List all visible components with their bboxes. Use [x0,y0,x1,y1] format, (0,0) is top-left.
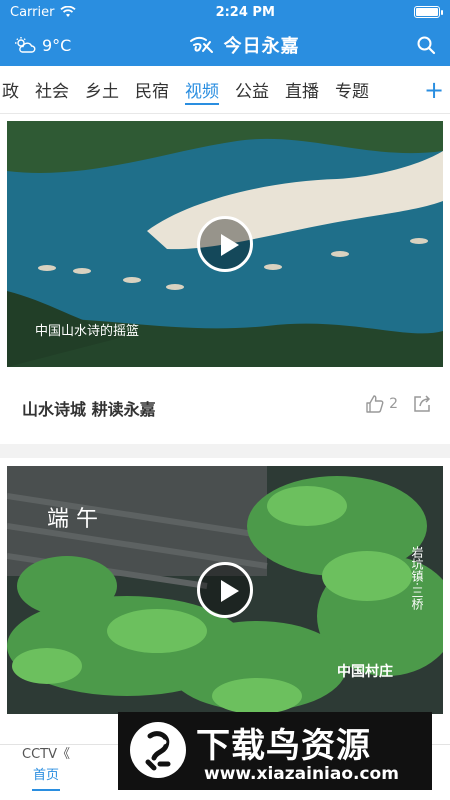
search-icon[interactable] [416,35,436,55]
temperature: 9°C [42,35,72,55]
app-title: 今日永嘉 [188,32,300,58]
nav-home[interactable]: 首页 [24,745,68,800]
tab-countryside[interactable]: 乡土 [77,66,127,113]
thumbs-up-icon [366,395,384,413]
thumbnail-brand: 中国村庄 [337,663,393,680]
carrier-label: Carrier [10,4,55,20]
video-thumbnail[interactable]: 端 午 岩坑镇·三桥 中国村庄 [7,466,443,714]
video-card[interactable]: 中国山水诗的摇篮 山水诗城 耕读永嘉 2 [0,114,450,444]
like-button[interactable]: 2 [365,394,398,414]
status-bar: Carrier 2:24 PM [0,0,450,24]
tab-politics[interactable]: 政 [0,66,27,113]
tab-society[interactable]: 社会 [27,66,77,113]
watermark-text: 下载鸟资源 [196,726,371,766]
tab-video[interactable]: 视频 [177,66,227,113]
tab-charity[interactable]: 公益 [227,66,277,113]
thumbnail-caption: 端 午 [47,507,98,532]
weather-cloud-icon [15,37,36,53]
thumbnail-caption: 中国山水诗的摇篮 [35,323,139,339]
share-icon[interactable] [412,394,432,414]
category-tabs: 政 社会 乡土 民宿 视频 公益 直播 专题 + [0,66,450,114]
tab-homestay[interactable]: 民宿 [127,66,177,113]
weather-widget[interactable]: 9°C [14,36,71,55]
watermark-banner: 下载鸟资源 www.xiazainiao.com [118,712,432,790]
play-button[interactable] [197,216,253,272]
tab-topics[interactable]: 专题 [327,66,377,113]
like-count: 2 [389,396,398,412]
watermark-url: www.xiazainiao.com [204,764,399,784]
app-logo-icon [189,36,213,53]
thumbnail-location: 岩坑镇·三桥 [410,545,424,611]
app-header: Carrier 2:24 PM 9°C 今日永嘉 [0,0,450,66]
watermark-logo-icon [130,722,186,778]
wifi-icon [60,6,77,17]
battery-icon [413,6,443,18]
video-title[interactable]: 山水诗城 耕读永嘉 [22,396,156,420]
clock: 2:24 PM [215,4,275,20]
tab-live[interactable]: 直播 [277,66,327,113]
video-thumbnail[interactable]: 中国山水诗的摇篮 [7,121,443,367]
add-channel-button[interactable]: + [418,76,450,104]
play-button[interactable] [197,562,253,618]
